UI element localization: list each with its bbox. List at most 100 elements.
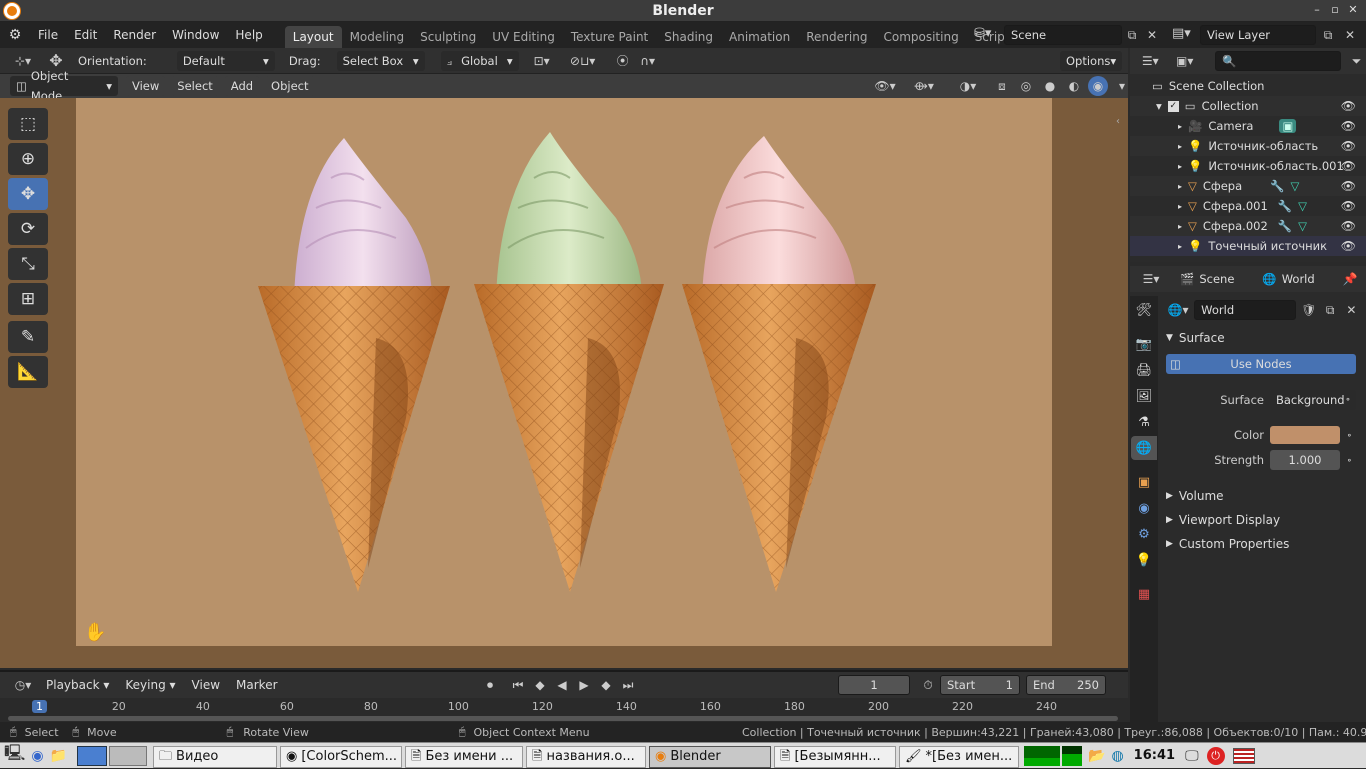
eye-icon[interactable]: 👁 bbox=[1341, 199, 1356, 213]
color-swatch[interactable] bbox=[1270, 426, 1340, 444]
link-dot-icon[interactable]: ⚬ bbox=[1346, 456, 1353, 465]
timeline-scrollbar[interactable] bbox=[8, 716, 1118, 721]
rendered-shading-icon[interactable]: ◉ bbox=[1088, 76, 1108, 96]
tab-uv-editing[interactable]: UV Editing bbox=[484, 26, 563, 48]
play-icon[interactable]: ▶ bbox=[574, 675, 594, 695]
pivot-point-icon[interactable]: ⊡▾ bbox=[527, 51, 557, 71]
viewport-menu-view[interactable]: View bbox=[126, 76, 166, 96]
taskbar-item[interactable]: 🗎 Без имени ... bbox=[405, 745, 524, 768]
orientation-dropdown[interactable]: Default ▾ bbox=[176, 50, 275, 71]
power-icon[interactable]: ⏻ bbox=[1206, 746, 1225, 765]
taskbar-item[interactable]: 🗎 названия.о... bbox=[526, 745, 647, 768]
timeline-menu-view[interactable]: View bbox=[184, 672, 228, 698]
expand-icon[interactable]: ▸ bbox=[1178, 182, 1182, 191]
link-dot-icon[interactable]: ⚬ bbox=[1346, 431, 1353, 440]
new-view-layer-icon[interactable]: ⧉ bbox=[1318, 25, 1338, 45]
taskbar-item[interactable]: ◉ [ColorSchem... bbox=[280, 745, 403, 768]
quicklaunch-icon[interactable]: ◉ bbox=[31, 748, 43, 764]
solid-shading-icon[interactable]: ● bbox=[1040, 76, 1060, 96]
taskbar-item[interactable]: 🖌 *[Без имен... bbox=[899, 745, 1020, 768]
fake-user-icon[interactable]: 🛡 bbox=[1300, 300, 1317, 320]
timeline-editor-icon[interactable]: ◷▾ bbox=[8, 675, 38, 695]
tab-texture-paint[interactable]: Texture Paint bbox=[563, 26, 656, 48]
quicklaunch-files-icon[interactable]: 📁 bbox=[50, 748, 67, 764]
annotate-tool[interactable]: ✎ bbox=[8, 321, 48, 353]
snap-icon[interactable]: ⊘⊔▾ bbox=[561, 51, 605, 71]
timeline-menu-marker[interactable]: Marker bbox=[228, 672, 285, 698]
current-frame-field[interactable]: 1 bbox=[838, 675, 910, 695]
desktop-2-icon[interactable] bbox=[109, 745, 148, 766]
navigate-hand-icon[interactable]: ✋ bbox=[84, 622, 106, 643]
viewport-menu-add[interactable]: Add bbox=[224, 76, 260, 96]
tab-compositing[interactable]: Compositing bbox=[875, 26, 966, 48]
end-frame-field[interactable]: End 250 bbox=[1026, 675, 1106, 695]
clock[interactable]: 16:41 bbox=[1134, 748, 1175, 763]
overlay-icon[interactable]: ◑▾ bbox=[948, 76, 988, 96]
expand-icon[interactable]: ▸ bbox=[1178, 122, 1182, 131]
expand-icon[interactable]: ▸ bbox=[1178, 142, 1182, 151]
globe-tray-icon[interactable]: ◍ bbox=[1111, 748, 1123, 764]
transform-orientation-dropdown[interactable]: ⟓ Global ▾ bbox=[440, 50, 519, 71]
remove-view-layer-icon[interactable]: ✕ bbox=[1340, 25, 1360, 45]
shading-options-icon[interactable]: ▾ bbox=[1112, 76, 1132, 96]
world-name-field[interactable]: World bbox=[1194, 300, 1297, 320]
outliner-item-sphere[interactable]: ▸ ▽ Сфера 🔧 ▽ 👁 bbox=[1130, 176, 1366, 196]
expand-icon[interactable]: ▸ bbox=[1178, 202, 1182, 211]
taskbar-item-blender[interactable]: ◉ Blender bbox=[649, 745, 772, 768]
cursor-tool[interactable]: ⊕ bbox=[8, 143, 48, 175]
eye-icon[interactable]: 👁 bbox=[1341, 119, 1356, 133]
jump-end-icon[interactable]: ⏭ bbox=[618, 675, 638, 695]
record-icon[interactable]: ⏺ bbox=[480, 675, 500, 695]
outliner-item-point-light[interactable]: ▸ 💡 Точечный источник 👁 bbox=[1130, 236, 1366, 256]
custom-properties-panel-header[interactable]: ▶ Custom Properties bbox=[1166, 532, 1360, 556]
tab-modeling[interactable]: Modeling bbox=[342, 26, 413, 48]
strength-field[interactable]: 1.000 bbox=[1270, 450, 1340, 470]
scene-props-tab[interactable]: ⚗ bbox=[1131, 410, 1157, 434]
view-layer-selector[interactable]: View Layer bbox=[1200, 25, 1316, 45]
object-tab[interactable]: ▣ bbox=[1131, 470, 1157, 494]
folder-tray-icon[interactable]: 📂 bbox=[1088, 748, 1105, 764]
scene-tab[interactable]: 🎬 Scene bbox=[1180, 272, 1234, 286]
expand-icon[interactable]: ▸ bbox=[1178, 162, 1182, 171]
eye-icon[interactable]: 👁 bbox=[1341, 219, 1356, 233]
new-scene-icon[interactable]: ⧉ bbox=[1122, 25, 1142, 45]
tab-layout[interactable]: Layout bbox=[284, 26, 342, 48]
use-nodes-button[interactable]: ◫ Use Nodes bbox=[1166, 354, 1356, 374]
properties-editor-icon[interactable]: ☰▾ bbox=[1136, 269, 1166, 289]
eye-icon[interactable]: 👁 bbox=[1341, 179, 1356, 193]
jump-start-icon[interactable]: ⏮ bbox=[508, 675, 528, 695]
object-data-tab[interactable]: 💡 bbox=[1131, 548, 1157, 572]
texture-tab[interactable]: ▦ bbox=[1131, 582, 1157, 606]
timeline-menu-keying[interactable]: Keying ▾ bbox=[117, 672, 183, 698]
surface-panel-header[interactable]: ▼ Surface bbox=[1166, 326, 1360, 350]
xray-icon[interactable]: ⧈ bbox=[992, 76, 1012, 96]
expand-icon[interactable]: ▸ bbox=[1178, 222, 1182, 231]
tab-sculpting[interactable]: Sculpting bbox=[412, 26, 484, 48]
taskbar-item[interactable]: 🗎 [Безымянн... bbox=[774, 745, 897, 768]
collection-row[interactable]: ▾ ✓ ▭ Collection 👁 bbox=[1130, 96, 1366, 116]
scene-collection-row[interactable]: ▭ Scene Collection bbox=[1130, 76, 1366, 96]
eye-icon[interactable]: 👁 bbox=[1341, 159, 1356, 173]
physics-tab[interactable]: ◉ bbox=[1131, 496, 1157, 520]
tab-shading[interactable]: Shading bbox=[656, 26, 721, 48]
viewport-menu-object[interactable]: Object bbox=[265, 76, 315, 96]
output-tab[interactable]: 🖨 bbox=[1131, 358, 1157, 382]
filter-icon[interactable]: ⏷ bbox=[1347, 51, 1366, 71]
surface-shader-dropdown[interactable]: Background ⚬ bbox=[1270, 390, 1356, 410]
viewport-display-panel-header[interactable]: ▶ Viewport Display bbox=[1166, 508, 1360, 532]
start-frame-field[interactable]: Start 1 bbox=[940, 675, 1020, 695]
play-reverse-icon[interactable]: ◀ bbox=[552, 675, 572, 695]
blender-menu-icon[interactable]: ⚙ bbox=[0, 27, 30, 43]
outliner-item-area-light[interactable]: ▸ 💡 Источник-область 👁 bbox=[1130, 136, 1366, 156]
material-shading-icon[interactable]: ◐ bbox=[1064, 76, 1084, 96]
expand-icon[interactable]: ▸ bbox=[1178, 242, 1182, 251]
unlink-world-icon[interactable]: ✕ bbox=[1343, 300, 1360, 320]
menu-help[interactable]: Help bbox=[227, 22, 270, 48]
taskbar-item[interactable]: 🗀 Видео bbox=[153, 745, 278, 768]
move-tool[interactable]: ✥ bbox=[8, 178, 48, 210]
desktop-1-icon[interactable] bbox=[77, 745, 108, 766]
frame-ruler[interactable]: 1 20 40 60 80 100 120 140 160 180 200 220 240 bbox=[0, 700, 1128, 724]
world-browse-icon[interactable]: 🌐▾ bbox=[1166, 300, 1190, 320]
close-icon[interactable]: ✕ bbox=[1346, 3, 1360, 17]
menu-file[interactable]: File bbox=[30, 22, 66, 48]
